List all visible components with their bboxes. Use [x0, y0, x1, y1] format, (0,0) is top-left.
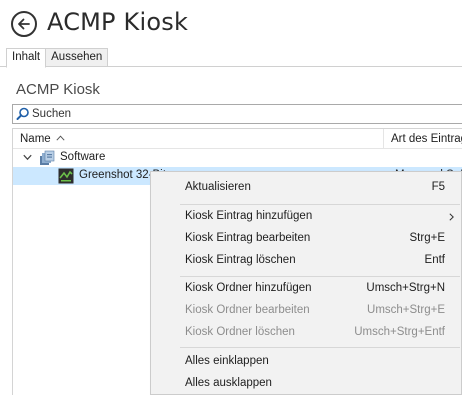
search-input[interactable] [32, 108, 432, 120]
menu-item-shortcut: F5 [431, 181, 445, 193]
menu-separator [180, 347, 460, 348]
menu-item-alles-ausklappen[interactable]: Alles ausklappen [151, 373, 462, 395]
menu-item-label: Kiosk Eintrag löschen [185, 254, 296, 266]
menu-item-label: Alles einklappen [185, 355, 269, 367]
title-bar: ACMP Kiosk [0, 0, 462, 48]
menu-separator [180, 276, 460, 277]
search-icon [16, 107, 29, 120]
tab-aussehen[interactable]: Aussehen [45, 48, 109, 67]
tree-row-label: Software [60, 151, 106, 163]
search-box[interactable] [12, 104, 462, 124]
tab-inhalt[interactable]: Inhalt [6, 48, 47, 68]
menu-item-shortcut: Umsch+Strg+N [366, 282, 445, 294]
menu-item-kiosk-eintrag-bearbeiten[interactable]: Kiosk Eintrag bearbeiten Strg+E [151, 228, 462, 250]
tree-row-software[interactable]: Software [13, 149, 462, 167]
grid-header: Name Art des Eintrag [13, 129, 462, 149]
column-header-type[interactable]: Art des Eintrag [391, 133, 462, 145]
column-header-name[interactable]: Name [20, 133, 51, 145]
menu-item-aktualisieren[interactable]: Aktualisieren F5 [151, 177, 462, 199]
menu-item-label: Kiosk Ordner löschen [185, 326, 295, 338]
menu-item-shortcut: Umsch+Strg+E [367, 304, 445, 316]
menu-item-kiosk-eintrag-loeschen[interactable]: Kiosk Eintrag löschen Entf [151, 250, 462, 272]
menu-separator [180, 204, 460, 205]
menu-item-alles-einklappen[interactable]: Alles einklappen [151, 351, 462, 373]
menu-item-kiosk-ordner-loeschen[interactable]: Kiosk Ordner löschen Umsch+Strg+Entf [151, 322, 462, 344]
tab-divider [0, 66, 462, 67]
chevron-right-icon [449, 213, 454, 221]
menu-item-label: Kiosk Ordner bearbeiten [185, 304, 310, 316]
chevron-down-icon[interactable] [23, 154, 32, 161]
menu-item-label: Kiosk Eintrag bearbeiten [185, 232, 311, 244]
sort-ascending-icon [56, 135, 65, 141]
menu-item-kiosk-eintrag-hinzufuegen[interactable]: Kiosk Eintrag hinzufügen [151, 206, 462, 228]
window-title: ACMP Kiosk [47, 8, 189, 36]
menu-item-shortcut: Umsch+Strg+Entf [354, 326, 445, 338]
menu-item-label: Kiosk Ordner hinzufügen [185, 282, 312, 294]
greenshot-icon [58, 168, 74, 184]
menu-item-shortcut: Strg+E [409, 232, 445, 244]
back-arrow-icon [18, 18, 30, 30]
column-separator[interactable] [383, 129, 384, 149]
menu-item-kiosk-ordner-hinzufuegen[interactable]: Kiosk Ordner hinzufügen Umsch+Strg+N [151, 278, 462, 300]
software-folder-icon [40, 150, 55, 165]
menu-item-label: Kiosk Eintrag hinzufügen [185, 210, 313, 222]
menu-item-label: Alles ausklappen [185, 377, 272, 389]
tab-strip: Inhalt Aussehen [6, 48, 109, 68]
back-button[interactable] [11, 11, 37, 37]
menu-item-label: Aktualisieren [185, 181, 251, 193]
menu-item-shortcut: Entf [424, 254, 445, 266]
context-menu: Aktualisieren F5 Kiosk Eintrag hinzufüge… [150, 171, 462, 395]
section-title: ACMP Kiosk [16, 81, 100, 98]
menu-item-kiosk-ordner-bearbeiten[interactable]: Kiosk Ordner bearbeiten Umsch+Strg+E [151, 300, 462, 322]
